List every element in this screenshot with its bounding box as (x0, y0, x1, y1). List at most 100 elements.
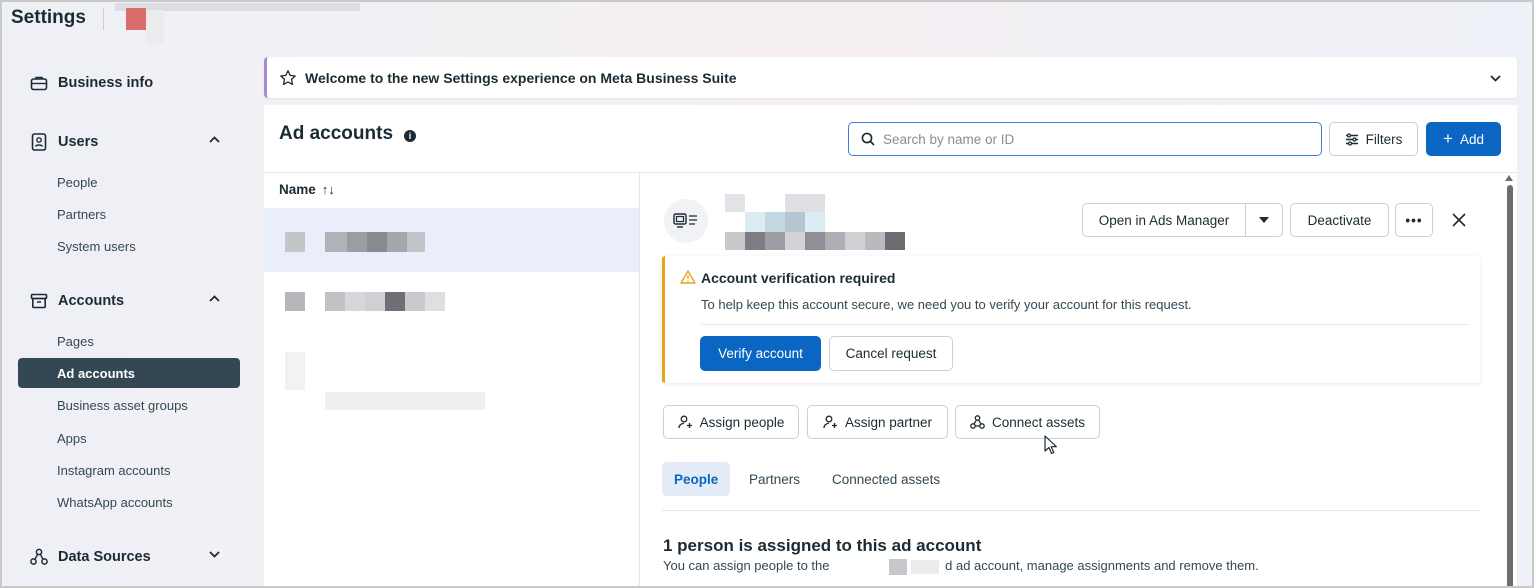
sidebar-item-label: Business info (58, 75, 154, 91)
sidebar-item-business-asset-groups[interactable]: Business asset groups (18, 390, 240, 420)
divider (264, 172, 1517, 173)
redacted-block (785, 232, 805, 250)
filters-button[interactable]: Filters (1329, 122, 1418, 156)
redacted-block (146, 10, 164, 44)
redacted-block (885, 232, 905, 250)
scrollbar-thumb[interactable] (1507, 185, 1513, 588)
account-row[interactable] (264, 336, 639, 410)
sidebar-item-ad-accounts[interactable]: Ad accounts (18, 358, 240, 388)
divider (639, 172, 640, 588)
assigned-count-heading: 1 person is assigned to this ad account (663, 536, 982, 555)
redacted-block (325, 232, 347, 252)
assigned-description-prefix: You can assign people to the (663, 558, 830, 573)
alert-title: Account verification required (701, 270, 896, 286)
chevron-up-icon (209, 134, 220, 146)
search-box[interactable] (848, 122, 1322, 156)
redacted-block (425, 292, 445, 311)
redacted-block (845, 232, 865, 250)
redacted-block (865, 232, 885, 250)
chevron-down-icon (209, 549, 220, 561)
chevron-down-icon[interactable] (1490, 69, 1501, 87)
redacted-block (367, 232, 387, 252)
business-avatar-redacted[interactable] (126, 8, 146, 30)
connect-assets-label: Connect assets (991, 414, 1086, 430)
sidebar-item-apps[interactable]: Apps (18, 423, 240, 453)
assign-partner-label: Assign partner (844, 414, 933, 430)
more-options-button[interactable]: ••• (1395, 203, 1433, 237)
add-button[interactable]: + Add (1426, 122, 1501, 156)
assign-people-button[interactable]: Assign people (663, 405, 799, 439)
redacted-block (347, 232, 367, 252)
divider (701, 324, 1469, 325)
caret-down-icon (1259, 217, 1269, 223)
alert-body: To help keep this account secure, we nee… (701, 297, 1192, 312)
add-label: Add (1459, 131, 1484, 147)
filters-label: Filters (1365, 131, 1403, 147)
column-header-name[interactable]: Name ↑↓ (279, 182, 335, 197)
tab-connected-assets[interactable]: Connected assets (820, 462, 952, 496)
ad-account-icon (664, 199, 708, 243)
sidebar-section-accounts[interactable]: Accounts (18, 283, 240, 319)
data-sources-icon (28, 546, 50, 568)
sidebar-item-whatsapp-accounts[interactable]: WhatsApp accounts (18, 487, 240, 517)
add-person-icon (823, 415, 837, 429)
star-icon (280, 69, 296, 85)
redacted-block (285, 352, 305, 390)
top-bar: Settings (0, 0, 1534, 44)
search-input[interactable] (883, 131, 1283, 147)
account-row[interactable] (264, 208, 639, 272)
ad-accounts-panel: Ad accounts i Filters + Add Name ↑↓ (264, 105, 1517, 588)
account-row[interactable] (264, 272, 639, 336)
warning-icon (680, 270, 696, 284)
add-person-icon (677, 415, 692, 429)
sort-arrows-icon: ↑↓ (321, 182, 335, 197)
plus-icon: + (1443, 129, 1453, 148)
assign-partner-button[interactable]: Assign partner (807, 405, 948, 439)
redacted-block (765, 212, 785, 232)
sidebar-item-partners[interactable]: Partners (18, 199, 240, 229)
open-in-ads-manager-button[interactable]: Open in Ads Manager (1082, 203, 1246, 237)
page-title-text: Ad accounts (279, 123, 394, 144)
redacted-block (345, 292, 365, 311)
page-title: Ad accounts i (279, 123, 417, 145)
scroll-up-arrow-icon[interactable] (1505, 175, 1513, 181)
sidebar-section-label: Users (58, 134, 99, 150)
mouse-cursor-icon (1044, 435, 1057, 455)
sidebar-item-instagram-accounts[interactable]: Instagram accounts (18, 455, 240, 485)
verify-account-button[interactable]: Verify account (700, 336, 821, 371)
tab-people[interactable]: People (662, 462, 731, 496)
close-icon[interactable] (1450, 211, 1468, 229)
cancel-request-button[interactable]: Cancel request (829, 336, 953, 371)
assigned-description: You can assign people to the d ad accoun… (663, 558, 1259, 575)
divider (662, 510, 1480, 511)
sidebar-item-system-users[interactable]: System users (18, 231, 240, 261)
redacted-block (405, 292, 425, 311)
tab-partners[interactable]: Partners (737, 462, 812, 496)
sidebar-item-pages[interactable]: Pages (18, 326, 240, 356)
account-name-redacted (833, 558, 945, 575)
sidebar-item-business-info[interactable]: Business info (18, 65, 240, 101)
redacted-block (745, 232, 765, 250)
info-icon[interactable]: i (404, 129, 417, 142)
redacted-block (325, 392, 485, 410)
connect-assets-button[interactable]: Connect assets (955, 405, 1100, 439)
connect-assets-icon (970, 415, 985, 429)
search-icon (861, 132, 875, 146)
sidebar: Business info Users People Partners Syst… (0, 50, 262, 588)
sidebar-section-label: Data Sources (58, 549, 151, 565)
assigned-description-suffix: d ad account, manage assignments and rem… (945, 558, 1259, 573)
redacted-block (325, 292, 345, 311)
welcome-banner[interactable]: Welcome to the new Settings experience o… (264, 57, 1517, 98)
redacted-block (785, 212, 805, 232)
sidebar-section-label: Accounts (58, 293, 125, 309)
sidebar-section-users[interactable]: Users (18, 124, 240, 160)
redacted-block (385, 292, 405, 311)
redacted-block (805, 232, 825, 250)
sidebar-section-data-sources[interactable]: Data Sources (18, 539, 240, 575)
open-options-dropdown[interactable] (1245, 203, 1283, 237)
redacted-block (765, 232, 785, 250)
deactivate-button[interactable]: Deactivate (1290, 203, 1389, 237)
sidebar-item-people[interactable]: People (18, 167, 240, 197)
account-avatar-redacted (285, 232, 305, 252)
briefcase-icon (28, 72, 50, 94)
